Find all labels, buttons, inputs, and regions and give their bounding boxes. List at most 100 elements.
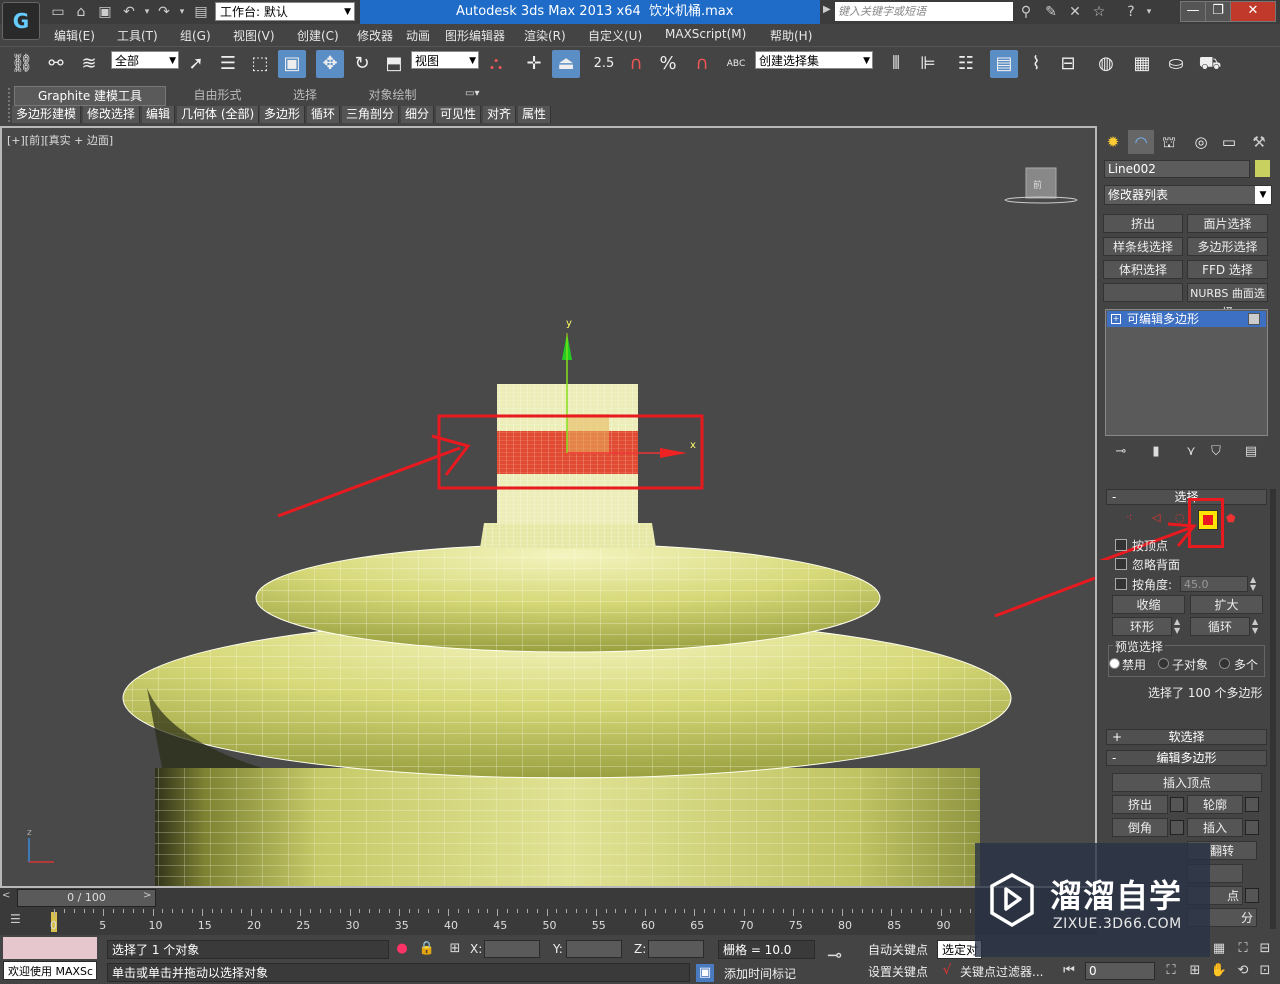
tab-object-paint[interactable]: 对象绘制: [345, 86, 440, 104]
zoom-extents-all-icon[interactable]: ⊟: [1256, 940, 1274, 958]
menu-customize[interactable]: 自定义(U): [588, 27, 642, 44]
minimize-button[interactable]: —: [1180, 1, 1206, 22]
modifier-list-dropdown[interactable]: 修改器列表 ▼: [1104, 185, 1272, 205]
make-unique-icon[interactable]: ⋎: [1182, 443, 1200, 461]
inset-button[interactable]: 插入: [1187, 818, 1243, 837]
schematic-view-icon[interactable]: ⊟: [1054, 50, 1082, 78]
menu-edit[interactable]: 编辑(E): [54, 27, 95, 44]
time-slider[interactable]: [0, 888, 1097, 907]
grow-button[interactable]: 扩大: [1190, 595, 1263, 614]
angle-spinner[interactable]: 45.0: [1180, 576, 1248, 592]
save-file-icon[interactable]: ▣: [96, 3, 114, 21]
binoculars-icon[interactable]: ⚲: [1017, 3, 1035, 21]
create-tab-icon[interactable]: ✹: [1100, 130, 1126, 154]
preview-subobject-radio[interactable]: [1158, 658, 1169, 669]
extrude-button[interactable]: 挤出: [1112, 795, 1168, 814]
maximize-button[interactable]: ❐: [1205, 1, 1231, 22]
ribbon-loops[interactable]: 循环: [307, 106, 341, 123]
select-by-name-icon[interactable]: ☰: [214, 50, 242, 78]
tab-graphite-modeling[interactable]: Graphite 建模工具: [14, 86, 166, 106]
edit-named-selection-icon[interactable]: ABC: [722, 50, 750, 78]
app-logo-icon[interactable]: G: [2, 2, 40, 40]
bevel-settings-icon[interactable]: [1170, 820, 1184, 835]
stack-item-editable-poly[interactable]: + 可编辑多边形: [1107, 311, 1266, 327]
time-prev-icon[interactable]: <: [2, 890, 14, 905]
preview-disabled-radio[interactable]: [1109, 658, 1120, 669]
select-and-scale-icon[interactable]: ⬒: [380, 50, 408, 78]
ribbon-geometry-all[interactable]: 几何体 (全部): [177, 106, 260, 123]
menu-animation[interactable]: 动画: [406, 27, 430, 44]
menu-group[interactable]: 组(G): [180, 27, 211, 44]
display-tab-icon[interactable]: ▭: [1216, 130, 1242, 154]
modifier-volume-select-button[interactable]: 体积选择: [1103, 260, 1183, 279]
tab-freeform[interactable]: 自由形式: [170, 86, 265, 104]
ribbon-triangulation[interactable]: 三角剖分: [342, 106, 400, 123]
help-icon[interactable]: ?: [1122, 3, 1140, 21]
material-editor-icon[interactable]: ◍: [1092, 50, 1120, 78]
ribbon-polygon-modeling[interactable]: 多边形建模: [12, 106, 82, 123]
by-vertex-checkbox[interactable]: [1115, 539, 1127, 551]
maxscript-input[interactable]: 欢迎使用 MAXSc: [3, 961, 97, 980]
absolute-mode-icon[interactable]: ⊞: [446, 940, 464, 958]
graphite-toggle-icon[interactable]: ▤: [990, 50, 1018, 78]
keyboard-shortcut-override-icon[interactable]: ⏏: [552, 50, 580, 78]
insert-vertex-button[interactable]: 插入顶点: [1112, 773, 1262, 792]
reference-coordinate-dropdown[interactable]: 视图 ▼: [411, 51, 479, 69]
by-angle-checkbox[interactable]: [1115, 578, 1127, 590]
pivot-point-center-icon[interactable]: ⛬: [482, 50, 510, 78]
remove-modifier-icon[interactable]: ⛉: [1207, 443, 1225, 461]
zoom-all-icon[interactable]: ⊞: [1186, 962, 1204, 980]
set-key-mode-icon[interactable]: ⊸: [827, 945, 859, 971]
menu-tools[interactable]: 工具(T): [117, 27, 158, 44]
menu-rendering[interactable]: 渲染(R): [524, 27, 566, 44]
workspace-dropdown[interactable]: 工作台: 默认 ▼: [215, 2, 355, 21]
hierarchy-tab-icon[interactable]: ⛫: [1156, 130, 1182, 154]
ribbon-visibility[interactable]: 可见性: [436, 106, 482, 123]
x-coord-field[interactable]: [484, 940, 540, 958]
zoom-region-icon[interactable]: ▦: [1210, 940, 1228, 958]
snaps-toggle-icon[interactable]: 2.5: [590, 50, 618, 78]
outline-button[interactable]: 轮廓: [1187, 795, 1243, 814]
ring-button[interactable]: 环形: [1112, 617, 1172, 636]
menu-create[interactable]: 创建(C): [297, 27, 339, 44]
select-and-link-icon[interactable]: ⛓: [8, 50, 36, 78]
modifier-extrude-button[interactable]: 挤出: [1103, 214, 1183, 233]
extrude-settings-icon[interactable]: [1170, 797, 1184, 812]
spinner-arrows-icon[interactable]: ▲ ▼: [1250, 576, 1256, 592]
select-and-rotate-icon[interactable]: ↻: [348, 50, 376, 78]
selection-filter-dropdown[interactable]: 全部 ▼: [111, 51, 179, 69]
ribbon-properties[interactable]: 属性: [518, 106, 552, 123]
new-file-icon[interactable]: ▭: [49, 3, 67, 21]
selection-lock-icon[interactable]: 🔒: [418, 940, 436, 958]
modify-tab-icon[interactable]: ◠: [1128, 130, 1154, 154]
close-button[interactable]: ✕: [1230, 1, 1276, 22]
time-slider-thumb[interactable]: 0 / 100: [17, 889, 156, 907]
ribbon-edit[interactable]: 编辑: [142, 106, 176, 123]
undo-dropdown-icon[interactable]: ▾: [138, 3, 156, 21]
z-coord-field[interactable]: [648, 940, 704, 958]
search-input[interactable]: 键入关键字或短语: [835, 2, 1013, 21]
expand-icon[interactable]: +: [1111, 314, 1121, 324]
communication-icon[interactable]: ✕: [1066, 3, 1084, 21]
set-key-button[interactable]: 设置关键点: [868, 963, 928, 980]
maximize-viewport-icon[interactable]: ⊡: [1256, 962, 1274, 980]
time-next-icon[interactable]: >: [143, 890, 155, 905]
loop-button[interactable]: 循环: [1190, 617, 1250, 636]
redo-icon[interactable]: ↷: [155, 3, 173, 21]
menu-help[interactable]: 帮助(H): [770, 27, 812, 44]
current-frame-field[interactable]: 0: [1085, 962, 1155, 980]
configure-modifier-sets-icon[interactable]: ▤: [1242, 443, 1260, 461]
redo-dropdown-icon[interactable]: ▾: [173, 3, 191, 21]
bind-space-warp-icon[interactable]: ≋: [75, 50, 103, 78]
add-time-tag[interactable]: 添加时间标记: [724, 965, 796, 982]
selection-rollout-header[interactable]: - 选择: [1106, 489, 1267, 505]
time-tag-icon[interactable]: ▣: [696, 964, 714, 982]
modifier-patch-select-button[interactable]: 面片选择: [1187, 214, 1268, 233]
menu-maxscript[interactable]: MAXScript(M): [665, 27, 746, 41]
spline-settings-icon[interactable]: [1245, 888, 1259, 903]
render-production-icon[interactable]: ⛟: [1196, 50, 1224, 78]
bevel-button[interactable]: 倒角: [1112, 818, 1168, 837]
auto-key-button[interactable]: 自动关键点: [868, 941, 928, 958]
y-coord-field[interactable]: [566, 940, 622, 958]
modifier-spline-select-button[interactable]: 样条线选择: [1103, 237, 1183, 256]
